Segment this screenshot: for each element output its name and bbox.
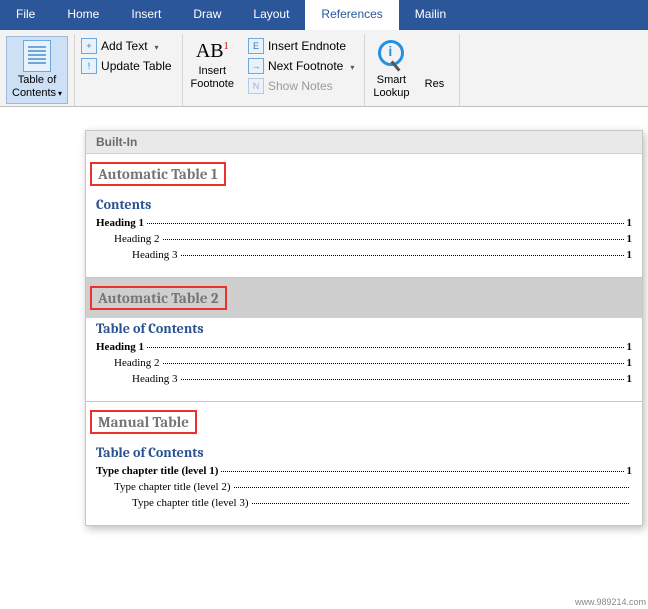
- toc-entry: Type chapter title (level 2): [96, 481, 231, 493]
- watermark: www.989214.com: [575, 597, 646, 607]
- ribbon: Table ofContents + Add Text ! Update Tab…: [0, 30, 648, 107]
- table-of-contents-button[interactable]: Table ofContents: [6, 36, 68, 104]
- smart-lookup-button[interactable]: i SmartLookup: [367, 36, 415, 104]
- insert-footnote-button[interactable]: AB1 InsertFootnote: [185, 36, 240, 95]
- chevron-down-icon: [152, 39, 159, 53]
- update-table-button[interactable]: ! Update Table: [77, 56, 176, 76]
- toc-page: 1: [627, 465, 633, 477]
- researcher-icon: [421, 50, 447, 76]
- gallery-section-header: Built-In: [86, 131, 642, 154]
- toc-document-icon: [23, 40, 51, 72]
- toc-gallery: Built-In Automatic Table 1 Contents Head…: [85, 130, 643, 526]
- researcher-button[interactable]: Res: [415, 46, 453, 95]
- next-footnote-button[interactable]: → Next Footnote: [244, 56, 358, 76]
- toc-page: 1: [627, 249, 633, 261]
- toc-entry: Heading 2: [96, 233, 160, 245]
- show-notes-icon: N: [248, 78, 264, 94]
- toc-entry: Heading 3: [96, 373, 178, 385]
- toc-entry: Heading 1: [96, 217, 144, 229]
- tab-insert[interactable]: Insert: [115, 0, 177, 30]
- group-research: i SmartLookup Res: [365, 34, 460, 106]
- tab-references[interactable]: References: [305, 0, 398, 30]
- toc-page: 1: [627, 357, 633, 369]
- show-notes-button[interactable]: N Show Notes: [244, 76, 358, 96]
- preview-auto-table-1[interactable]: Contents Heading 1 1 Heading 2 1 Heading 3…: [86, 194, 642, 277]
- ribbon-tabs: File Home Insert Draw Layout References …: [0, 0, 648, 30]
- preview-manual-table[interactable]: Table of Contents Type chapter title (le…: [86, 442, 642, 525]
- toc-entry: Type chapter title (level 1): [96, 465, 218, 477]
- tab-home[interactable]: Home: [51, 0, 115, 30]
- toc-page: 1: [627, 233, 633, 245]
- toc-page: 1: [627, 373, 633, 385]
- endnote-icon: E: [248, 38, 264, 54]
- toc-page: 1: [627, 341, 633, 353]
- toc-entry: Heading 1: [96, 341, 144, 353]
- toc-page: 1: [627, 217, 633, 229]
- tab-draw[interactable]: Draw: [177, 0, 237, 30]
- add-text-icon: +: [81, 38, 97, 54]
- toc-heading: Contents: [96, 196, 632, 213]
- insert-endnote-button[interactable]: E Insert Endnote: [244, 36, 358, 56]
- preview-auto-table-2[interactable]: Table of Contents Heading 11 Heading 21 …: [86, 318, 642, 401]
- gallery-item-auto-table-2[interactable]: Automatic Table 2: [90, 286, 227, 310]
- chevron-down-icon: [56, 87, 62, 99]
- toc-entry: Heading 3: [96, 249, 178, 261]
- toc-heading: Table of Contents: [96, 444, 632, 461]
- group-toc-options: + Add Text ! Update Table: [75, 34, 183, 106]
- group-footnotes: AB1 InsertFootnote E Insert Endnote → Ne…: [183, 34, 366, 106]
- update-icon: !: [81, 58, 97, 74]
- footnote-ab-icon: AB1: [196, 40, 229, 63]
- gallery-item-manual-table[interactable]: Manual Table: [90, 410, 197, 434]
- smart-lookup-icon: i: [378, 40, 404, 66]
- toc-heading: Table of Contents: [96, 320, 632, 337]
- tab-file[interactable]: File: [0, 0, 51, 30]
- add-text-button[interactable]: + Add Text: [77, 36, 176, 56]
- chevron-down-icon: [347, 59, 354, 73]
- gallery-item-auto-table-1[interactable]: Automatic Table 1: [90, 162, 226, 186]
- tab-layout[interactable]: Layout: [237, 0, 305, 30]
- next-footnote-icon: →: [248, 58, 264, 74]
- toc-entry: Type chapter title (level 3): [96, 497, 249, 509]
- group-toc: Table ofContents: [4, 34, 75, 106]
- toc-entry: Heading 2: [96, 357, 160, 369]
- tab-mailings[interactable]: Mailin: [399, 0, 462, 30]
